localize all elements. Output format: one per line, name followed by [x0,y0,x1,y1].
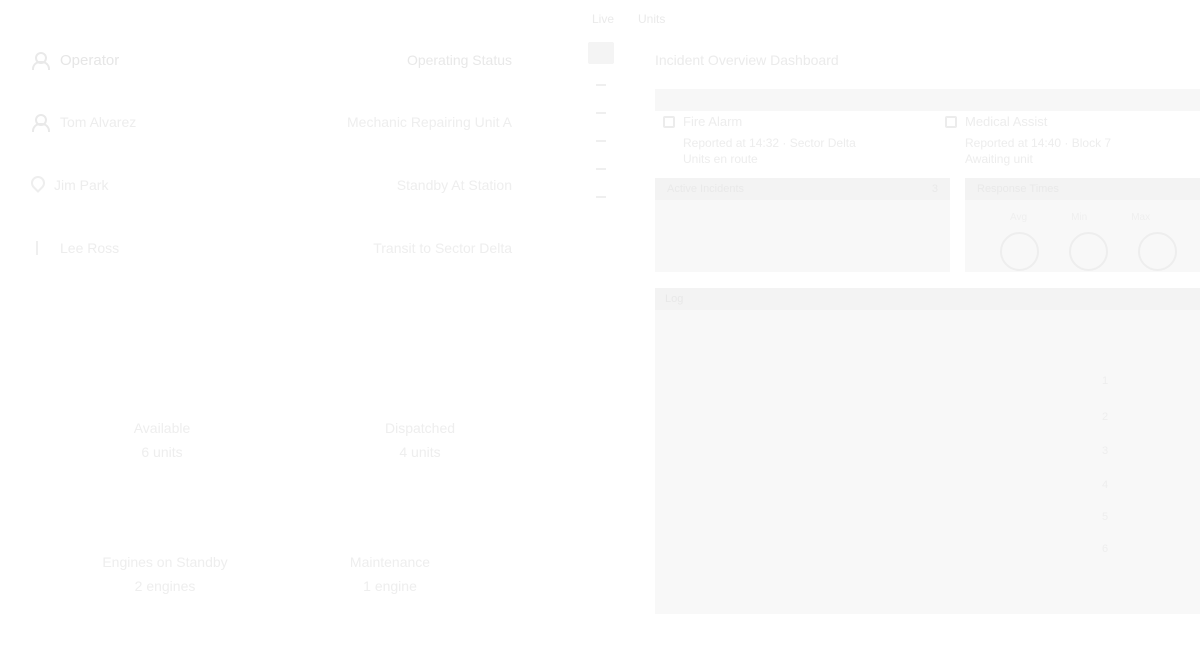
user-icon [30,51,50,70]
stat-label: Maintenance [349,554,431,570]
stat-value: 1 engine [363,578,417,594]
table-row[interactable]: 6 [655,534,1200,564]
crew-status: Mechanic Repairing Unit A [347,114,512,130]
log-table-header: Log [655,288,1200,310]
row-index: 2 [1101,411,1109,423]
minus-icon[interactable] [596,112,606,114]
row-index: 4 [1101,479,1109,491]
crew-row[interactable]: Jim Park Standby At Station [30,165,560,205]
gauge-circle [1069,232,1108,271]
crew-table-header: Operator Operating Status [30,40,560,80]
gauge-circles [1000,232,1177,271]
row-index: 1 [1101,375,1109,387]
incident-card[interactable]: Medical Assist Reported at 14:40 · Block… [945,114,1200,178]
top-tabs: Live Units [592,12,665,26]
incident-sub2: Units en route [683,152,758,166]
tile-body [655,200,950,224]
incident-title: Medical Assist [965,114,1048,129]
tab-live[interactable]: Live [592,12,614,26]
tile-badge: 3 [931,183,938,195]
stat-label: Dispatched [384,420,456,436]
minus-icon[interactable] [596,196,606,198]
checkbox-icon[interactable] [663,115,675,128]
table-row[interactable]: 1 [655,366,1200,396]
dashboard-band [655,89,1200,111]
stat-standby: Engines on Standby 2 engines [60,550,270,598]
log-table: Log 1 2 3 4 5 6 [655,288,1200,614]
stat-maintenance: Maintenance 1 engine [300,550,480,598]
crew-status: Standby At Station [396,177,512,193]
stat-value: 6 units [141,444,183,460]
incident-card[interactable]: Fire Alarm Reported at 14:32 · Sector De… [663,114,933,178]
table-row[interactable]: 4 [655,470,1200,500]
dashboard-title: Incident Overview Dashboard [655,52,839,68]
row-index: 3 [1101,445,1109,457]
grid-icon[interactable] [588,42,614,64]
table-row[interactable]: 2 [655,402,1200,432]
checkbox-icon[interactable] [945,115,957,128]
user-icon [30,113,50,132]
stat-value: 2 engines [134,578,196,594]
incident-sub: Reported at 14:40 · Block 7 [965,136,1112,150]
circle-label: Avg [1010,212,1028,223]
incident-dashboard: Incident Overview Dashboard Fire Alarm R… [655,44,1200,614]
header-value: Operating Status [406,52,512,68]
incident-sub2: Awaiting unit [965,152,1033,166]
crew-name: Jim Park [54,177,109,193]
circle-labels: Avg Min Max [1010,212,1150,223]
minus-icon[interactable] [596,140,606,142]
pin-icon [30,176,42,194]
crew-row[interactable]: Tom Alvarez Mechanic Repairing Unit A [30,102,560,142]
row-index: 5 [1101,511,1109,523]
line-icon [30,239,48,257]
circle-label: Min [1071,212,1088,223]
stat-label: Engines on Standby [102,554,228,570]
crew-status-panel: Operator Operating Status Tom Alvarez Me… [0,0,580,650]
crew-name: Tom Alvarez [60,114,137,130]
table-row[interactable]: 5 [655,502,1200,532]
circle-label: Max [1131,212,1151,223]
stat-dispatched: Dispatched 4 units [330,416,510,464]
gauge-circle [1000,232,1039,271]
tool-gutter [588,42,616,224]
crew-name: Lee Ross [60,240,120,256]
tile-header: Response Times [977,183,1059,195]
incident-sub: Reported at 14:32 · Sector Delta [683,136,856,150]
stat-label: Available [133,420,191,436]
stat-available: Available 6 units [72,416,252,464]
minus-icon[interactable] [596,168,606,170]
tab-units[interactable]: Units [638,12,665,26]
row-index: 6 [1101,543,1109,555]
tile-header: Active Incidents [667,183,745,195]
header-name: Operator [60,51,120,69]
crew-row[interactable]: Lee Ross Transit to Sector Delta [30,228,560,268]
active-incidents-tile: Active Incidents 3 [655,178,950,272]
gauge-circle [1138,232,1177,271]
minus-icon[interactable] [596,84,606,86]
incident-title: Fire Alarm [683,114,743,129]
crew-status: Transit to Sector Delta [373,240,512,256]
table-row[interactable]: 3 [655,436,1200,466]
stat-value: 4 units [399,444,441,460]
